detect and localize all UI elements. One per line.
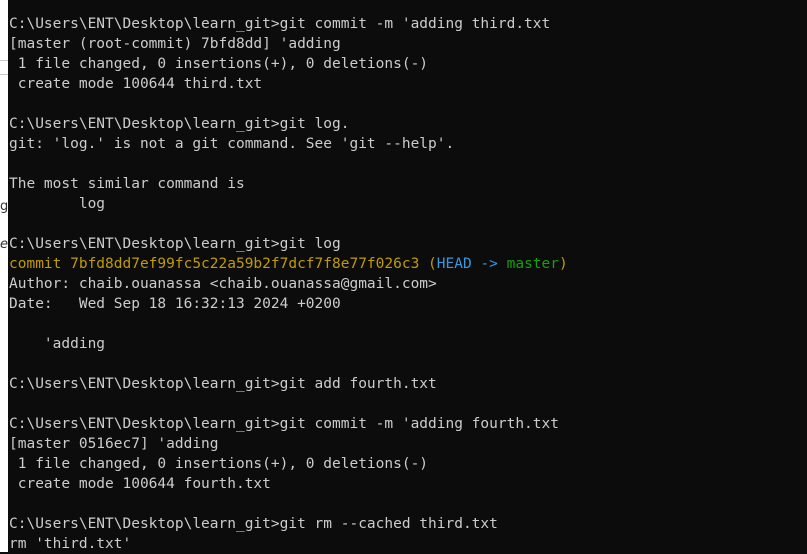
paren-close: ) — [559, 256, 568, 272]
branch-name: master — [506, 256, 559, 272]
terminal-line: Author: chaib.ouanassa <chaib.ouanassa@g… — [9, 276, 437, 292]
terminal-line: C:\Users\ENT\Desktop\learn_git>git log. — [9, 116, 350, 132]
strip-divider — [0, 74, 8, 75]
terminal-line: 1 file changed, 0 insertions(+), 0 delet… — [9, 56, 429, 72]
commit-hash: commit 7bfd8dd7ef99fc5c22a59b2f7dcf7f8e7… — [9, 256, 429, 272]
terminal-line: Date: Wed Sep 18 16:32:13 2024 +0200 — [9, 296, 341, 312]
strip-divider — [0, 60, 8, 61]
terminal-line: C:\Users\ENT\Desktop\learn_git>git rm --… — [9, 516, 498, 532]
terminal-line: rm 'third.txt' — [9, 536, 132, 552]
strip-text-fragment: e — [0, 237, 8, 252]
terminal-output[interactable]: C:\Users\ENT\Desktop\learn_git>git commi… — [9, 14, 807, 554]
terminal-line: [master 0516ec7] 'adding — [9, 436, 219, 452]
terminal-line: C:\Users\ENT\Desktop\learn_git>git add f… — [9, 376, 437, 392]
terminal-line: create mode 100644 fourth.txt — [9, 476, 271, 492]
background-window-edge: g e — [0, 0, 8, 552]
paren-open: ( — [428, 256, 437, 272]
head-ref: HEAD -> — [436, 256, 507, 272]
terminal-line: C:\Users\ENT\Desktop\learn_git>git commi… — [9, 16, 551, 32]
terminal-line: [master (root-commit) 7bfd8dd] 'adding — [9, 36, 341, 52]
commit-hash-line: commit 7bfd8dd7ef99fc5c22a59b2f7dcf7f8e7… — [9, 254, 807, 274]
terminal-line: 'adding — [9, 336, 106, 352]
terminal-line: create mode 100644 third.txt — [9, 76, 263, 92]
terminal-line: C:\Users\ENT\Desktop\learn_git>git log — [9, 236, 341, 252]
terminal-line: 1 file changed, 0 insertions(+), 0 delet… — [9, 456, 429, 472]
strip-text-fragment: g — [0, 199, 8, 214]
terminal-line: C:\Users\ENT\Desktop\learn_git>git commi… — [9, 416, 559, 432]
terminal-line: log — [9, 196, 106, 212]
terminal-line: The most similar command is — [9, 176, 245, 192]
terminal-line: git: 'log.' is not a git command. See 'g… — [9, 136, 455, 152]
